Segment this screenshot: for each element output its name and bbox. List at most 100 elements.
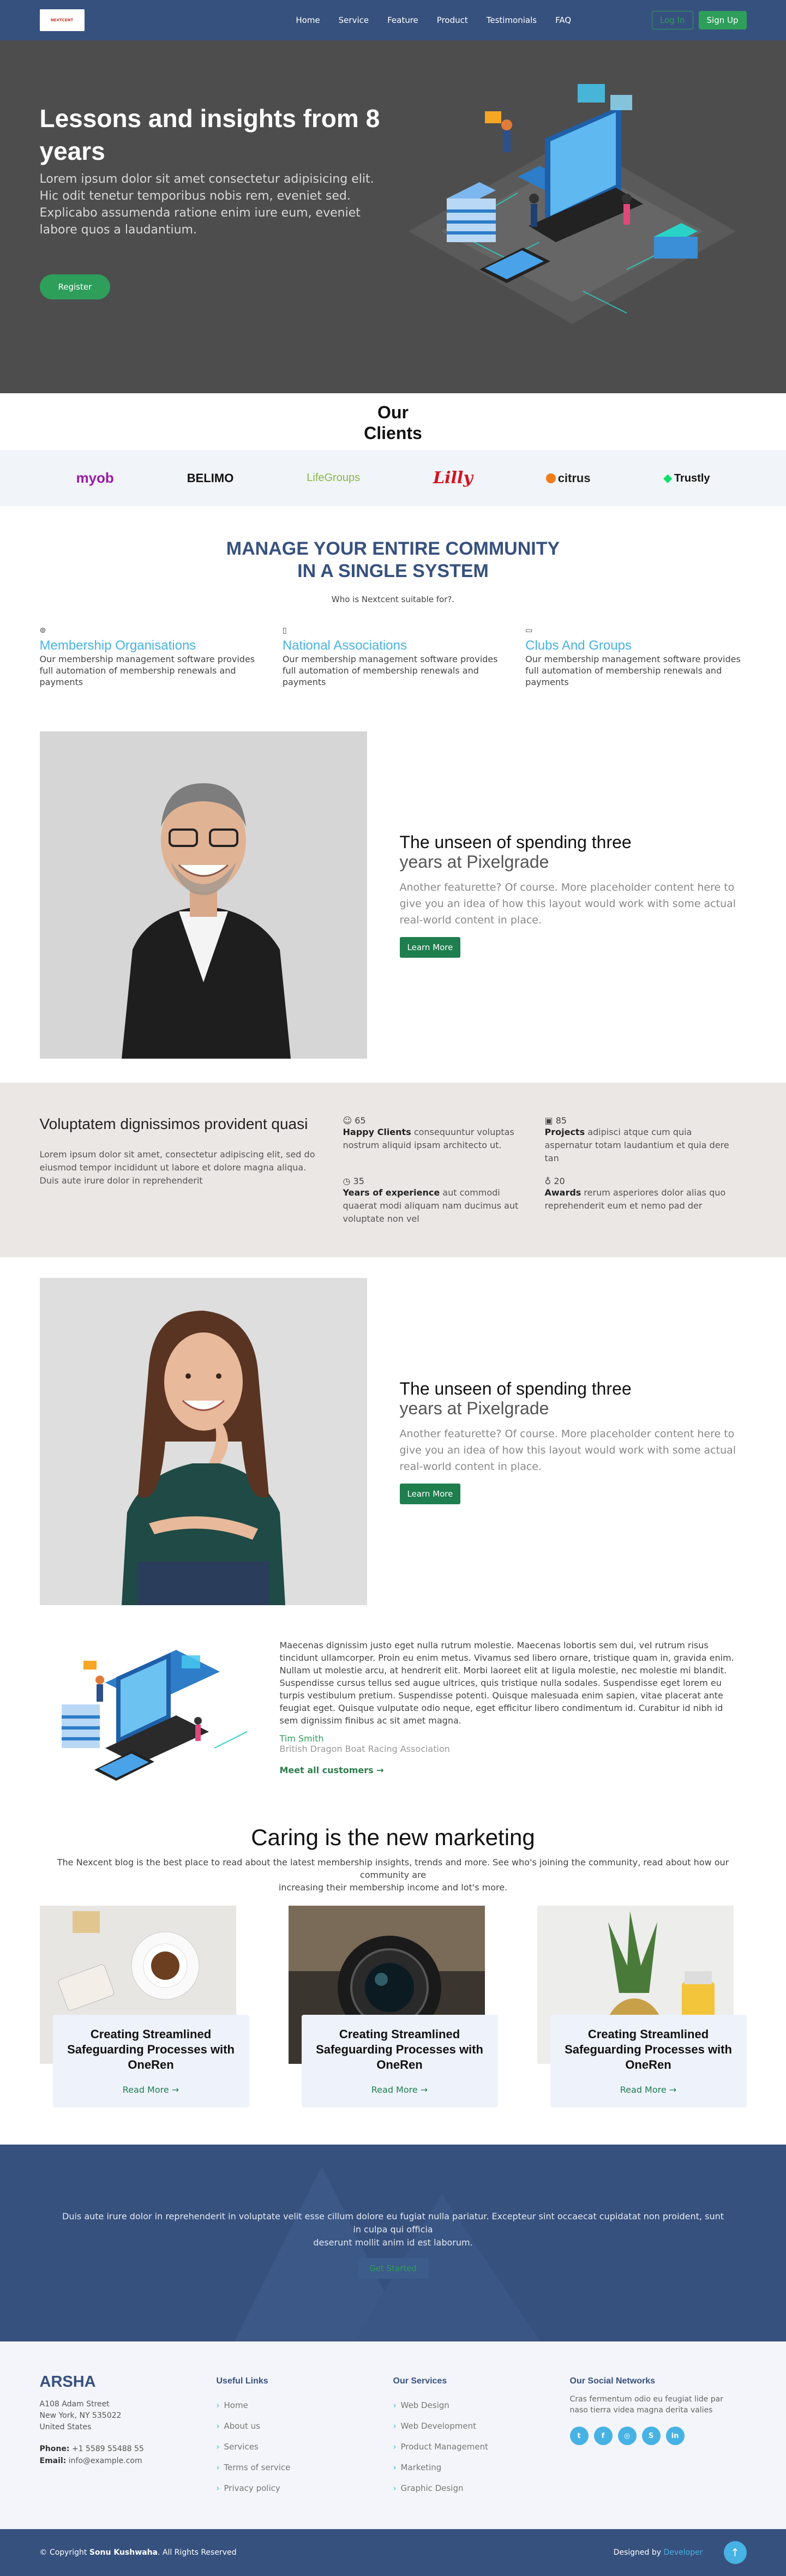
read-more-link[interactable]: Read More → (53, 2085, 249, 2095)
clients-strip: myob BELIMO LifeGroups Lilly citrus ◆ Tru… (0, 450, 786, 506)
facebook-icon[interactable]: f (593, 2427, 613, 2445)
footer-link-privacy[interactable]: Privacy policy (217, 2478, 393, 2499)
footer-brand[interactable]: ARSHA (40, 2373, 217, 2391)
footer-link-terms[interactable]: Terms of service (217, 2457, 393, 2478)
featurette-heading-line1: The unseen of spending three (399, 1379, 632, 1398)
footer-link-services[interactable]: Services (217, 2436, 393, 2457)
document-icon: ▯ (282, 626, 287, 635)
client-logo-trustly-text: Trustly (674, 472, 710, 484)
designer-link[interactable]: Developer (663, 2548, 703, 2557)
footer-social: Our Social Networks Cras fermentum odio … (569, 2373, 747, 2499)
stats-heading: Voluptatem dignissimos provident quasi (39, 1115, 308, 1132)
login-button[interactable]: Log In (652, 11, 693, 29)
feature-text: Our membership management software provi… (282, 654, 498, 687)
featurette-heading-line1: The unseen of spending three (399, 832, 632, 852)
blog-description: The Nexcent blog is the best place to re… (55, 1856, 731, 1894)
blog-card[interactable]: Creating Streamlined Safeguarding Proces… (39, 1906, 249, 2118)
get-started-button[interactable]: Get Started (357, 2258, 429, 2279)
hero-title: Lessons and insights from 8 years (39, 104, 380, 165)
manage-title-line2: IN A SINGLE SYSTEM (297, 561, 489, 581)
trustly-icon: ◆ (663, 472, 672, 484)
featurette-1-copy: The unseen of spending three years at Pi… (399, 832, 747, 958)
featurette-2-copy: The unseen of spending three years at Pi… (399, 1379, 747, 1504)
stats-text: Lorem ipsum dolor sit amet, consectetur … (39, 1149, 315, 1186)
manage-title-line1: MANAGE YOUR ENTIRE COMMUNITY (226, 538, 560, 559)
featurette-heading: The unseen of spending three years at Pi… (400, 1379, 747, 1418)
featurette-text: Another featurette? Of course. More plac… (399, 1428, 736, 1473)
learn-more-button[interactable]: Learn More (399, 1484, 461, 1504)
feature-title: Membership Organisations (39, 638, 196, 653)
footer-link-about[interactable]: About us (217, 2416, 393, 2436)
stat-years: ◷ 35 Years of experience aut commodi qua… (343, 1176, 545, 1226)
copyright: © Copyright Sonu Kushwaha. All Rights Re… (40, 2548, 237, 2557)
blog-title: Caring is the new marketing (251, 1824, 535, 1850)
featurette-2: The unseen of spending three years at Pi… (0, 1278, 786, 1605)
site-logo[interactable]: NEXTCENT (39, 9, 85, 31)
featurette-heading-line2: years at Pixelgrade (399, 852, 549, 872)
skype-icon[interactable]: S (641, 2427, 661, 2445)
feature-title: National Associations (282, 638, 407, 653)
feature-list: ⊚ Membership Organisations Our membershi… (40, 626, 747, 688)
services-title: Our Services (393, 2376, 447, 2386)
nav-feature[interactable]: Feature (387, 15, 418, 25)
client-logo-citrus-text: citrus (557, 471, 591, 485)
cta-section: Duis aute irure dolor in reprehenderit i… (0, 2145, 786, 2341)
stats-grid: ☺ 65 Happy Clients consequuntur voluptas… (343, 1115, 747, 1226)
address-line: A108 Adam Street (39, 2400, 110, 2409)
social-text: Cras fermentum odio eu feugiat lide par … (569, 2395, 723, 2415)
address-line: New York, NY 535022 (39, 2411, 122, 2420)
nav-testimonials[interactable]: Testimonials (487, 15, 537, 25)
twitter-icon[interactable]: t (569, 2427, 589, 2445)
clients-title-line1: Our (377, 403, 409, 422)
footer-link-web-development[interactable]: Web Development (393, 2416, 570, 2436)
read-more-link[interactable]: Read More → (550, 2085, 747, 2095)
read-more-link[interactable]: Read More → (302, 2085, 498, 2095)
stat-label: Years of experience (343, 1187, 440, 1198)
meet-customers-link[interactable]: Meet all customers → (280, 1765, 743, 1775)
nav-home[interactable]: Home (296, 15, 320, 25)
client-logo-lifegroups: LifeGroups (307, 472, 361, 484)
client-logo-citrus: citrus (545, 471, 591, 485)
footer-link-graphic-design[interactable]: Graphic Design (393, 2478, 570, 2499)
register-button[interactable]: Register (39, 274, 111, 299)
stat-text: Awards rerum asperiores dolor alias quo … (545, 1186, 733, 1212)
instagram-icon[interactable]: ◎ (617, 2427, 637, 2445)
blog-card-panel: Creating Streamlined Safeguarding Proces… (550, 2015, 747, 2107)
feature-text: Our membership management software provi… (525, 654, 741, 687)
footer-contact: ARSHA A108 Adam Street New York, NY 5350… (40, 2373, 217, 2499)
footer-link-product-management[interactable]: Product Management (393, 2436, 570, 2457)
testimonial-quote: Maecenas dignissim justo eget nulla rutr… (279, 1640, 734, 1726)
client-logo-myob: myob (76, 470, 114, 486)
footer-useful-links: Useful Links Home About us Services Term… (217, 2373, 393, 2499)
email-value[interactable]: info@example.com (69, 2457, 142, 2465)
blog-card[interactable]: Creating Streamlined Safeguarding Proces… (288, 1906, 498, 2118)
stats-intro: Voluptatem dignissimos provident quasi L… (40, 1115, 341, 1226)
award-icon: ♁ (544, 1176, 554, 1186)
signup-button[interactable]: Sign Up (698, 11, 747, 29)
stat-text: Projects adipisci atque cum quia asperna… (545, 1126, 733, 1165)
useful-links-list: Home About us Services Terms of service … (217, 2395, 393, 2499)
footer-services: Our Services Web Design Web Development … (393, 2373, 570, 2499)
membership-icon: ⊚ (39, 626, 46, 635)
learn-more-button[interactable]: Learn More (399, 937, 461, 958)
social-title: Our Social Networks (569, 2376, 656, 2386)
email-label: Email: (39, 2457, 67, 2465)
nav-product[interactable]: Product (437, 15, 468, 25)
copyright-prefix: © Copyright (39, 2548, 87, 2557)
back-to-top-button[interactable]: ↑ (723, 2541, 747, 2564)
hero-section: Lessons and insights from 8 years Lorem … (0, 40, 786, 393)
blog-card-title: Creating Streamlined Safeguarding Proces… (565, 2027, 732, 2071)
nav-service[interactable]: Service (339, 15, 369, 25)
stat-number-row: ☺ 65 (343, 1115, 545, 1126)
nav-faq[interactable]: FAQ (555, 15, 571, 25)
stat-awards: ♁ 20 Awards rerum asperiores dolor alias… (545, 1176, 747, 1226)
footer-link-web-design[interactable]: Web Design (393, 2395, 570, 2416)
blog-card-title: Creating Streamlined Safeguarding Proces… (67, 2027, 235, 2071)
footer-link-home[interactable]: Home (217, 2395, 393, 2416)
blog-card[interactable]: Creating Streamlined Safeguarding Proces… (537, 1906, 747, 2118)
footer-address: A108 Adam Street New York, NY 535022 Uni… (40, 2399, 217, 2433)
footer-link-marketing[interactable]: Marketing (393, 2457, 570, 2478)
linkedin-icon[interactable]: in (665, 2427, 685, 2445)
featurette-heading: The unseen of spending three years at Pi… (400, 832, 747, 872)
woman-portrait-photo (39, 1278, 367, 1605)
